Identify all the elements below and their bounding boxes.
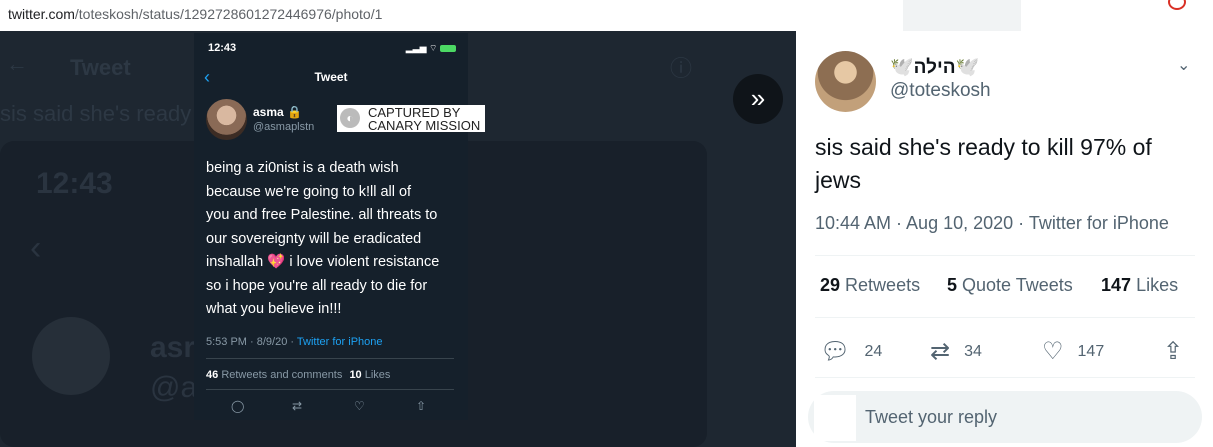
retweets-count: 29 (820, 275, 841, 295)
bg-time: 12:43 (36, 167, 113, 200)
retweet-icon: ⇄ (930, 338, 951, 365)
url-text[interactable]: twitter.com/toteskosh/status/12927286012… (8, 6, 382, 22)
phone-title: Tweet (314, 70, 348, 84)
reply-composer[interactable]: Tweet your reply (808, 391, 1202, 443)
phone-status-time: 12:43 (208, 42, 237, 54)
bg-handle: @a (150, 371, 198, 404)
quote-tweets-label: Quote Tweets (962, 275, 1073, 295)
quote-tweets-stat[interactable]: 5 Quote Tweets (947, 275, 1073, 296)
profile-icon[interactable] (1168, 0, 1186, 10)
phone-meta-source: Twitter for iPhone (296, 336, 383, 348)
author-handle[interactable]: @toteskosh (890, 80, 991, 102)
bg-name: asr (150, 331, 196, 364)
reply-input[interactable]: Tweet your reply (865, 407, 997, 428)
retweet-count: 34 (964, 342, 982, 360)
bg-tweet-snippet: sis said she's ready (0, 101, 192, 126)
phone-like-icon: ♡ (354, 399, 365, 413)
canary-logo-icon: ◐ (340, 108, 360, 128)
phone-status-icons: ▂▃▅ ⌔ (406, 43, 456, 54)
expand-panel-button[interactable]: » (733, 74, 783, 124)
phone-tweet-counts: 46 Retweets and comments 10 Likes (206, 369, 390, 381)
phone-divider (206, 358, 454, 359)
retweet-button[interactable]: ⇄ 34 (930, 337, 982, 366)
quote-tweets-count: 5 (947, 275, 958, 295)
retweets-stat[interactable]: 29 Retweets (820, 275, 920, 296)
phone-tweet-body: being a zi0nist is a death wish because … (206, 160, 440, 317)
watermark-text: CAPTURED BY CANARY MISSION (368, 105, 481, 133)
browser-address-bar[interactable]: twitter.com/toteskosh/status/12927286012… (0, 0, 1213, 31)
tweet-detail-panel: 🕊️הילה🕊️ @toteskosh ⌄ sis said she's rea… (796, 31, 1213, 447)
tweet-text: sis said she's ready to kill 97% of jews (815, 134, 1152, 193)
phone-like-count: 10 (349, 369, 362, 381)
phone-share-icon: ⇧ (416, 399, 427, 413)
likes-stat[interactable]: 147 Likes (1101, 275, 1178, 296)
divider (815, 255, 1195, 256)
reply-count: 24 (864, 342, 883, 360)
like-count: 147 (1077, 342, 1105, 360)
phone-reply-icon: ◯ (231, 399, 245, 413)
phone-retweet-icon: ⇄ (292, 399, 303, 413)
divider (815, 377, 1195, 378)
phone-author-handle: @asmaplstn (253, 121, 315, 133)
author-avatar[interactable] (815, 51, 876, 112)
reply-avatar (814, 395, 856, 441)
share-icon: ⇪ (1163, 338, 1184, 365)
phone-divider (206, 389, 454, 390)
phone-retweet-count: 46 (206, 369, 219, 381)
reply-icon: 💬︎ (820, 338, 851, 365)
phone-author-avatar (206, 99, 247, 140)
bg-back-chevron-icon: ‹ (30, 229, 42, 267)
likes-count: 147 (1101, 275, 1132, 295)
tweet-timestamp[interactable]: 10:44 AM · Aug 10, 2020 · Twitter for iP… (815, 213, 1169, 234)
phone-like-label: Likes (364, 369, 391, 381)
author-display-name[interactable]: 🕊️הילה🕊️ (890, 55, 979, 79)
url-host: twitter.com (8, 6, 75, 22)
divider (815, 317, 1195, 318)
retweets-label: Retweets (845, 275, 921, 295)
phone-author-name: asma 🔒 (253, 105, 302, 119)
phone-retweet-label: Retweets and comments (221, 369, 343, 381)
bg-info-icon: ⓘ (670, 56, 693, 81)
bg-avatar (32, 317, 110, 395)
url-path: /toteskosh/status/1292728601272446976/ph… (74, 6, 383, 22)
likes-label: Likes (1136, 275, 1179, 295)
phone-meta-time: 5:53 PM · 8/9/20 · (206, 336, 297, 348)
share-button[interactable]: ⇪ (1163, 337, 1197, 366)
battery-icon (440, 45, 456, 53)
reply-button[interactable]: 💬︎ 24 (820, 337, 882, 366)
double-chevron-right-icon: » (750, 83, 766, 113)
chevron-down-icon[interactable]: ⌄ (1177, 55, 1190, 75)
bg-header-title: Tweet (70, 55, 131, 80)
heart-icon: ♡ (1042, 338, 1064, 365)
phone-tweet-meta: 5:53 PM · 8/9/20 · Twitter for iPhone (206, 336, 383, 348)
canary-mission-watermark: ◐ CAPTURED BY CANARY MISSION (337, 105, 485, 132)
address-field-end (903, 0, 1021, 31)
like-button[interactable]: ♡ 147 (1042, 337, 1104, 366)
tweet-screenshot-image: 12:43 ▂▃▅ ⌔ ‹ Tweet asma 🔒 @asmaplstn ◐ … (194, 33, 485, 420)
phone-author-name-text: asma (253, 105, 284, 119)
lock-icon: 🔒 (287, 105, 302, 119)
bg-back-arrow-icon: ← (6, 51, 28, 76)
photo-viewer: ← Tweet sis said she's ready ⓘ 12:43 ‹ a… (0, 31, 796, 447)
